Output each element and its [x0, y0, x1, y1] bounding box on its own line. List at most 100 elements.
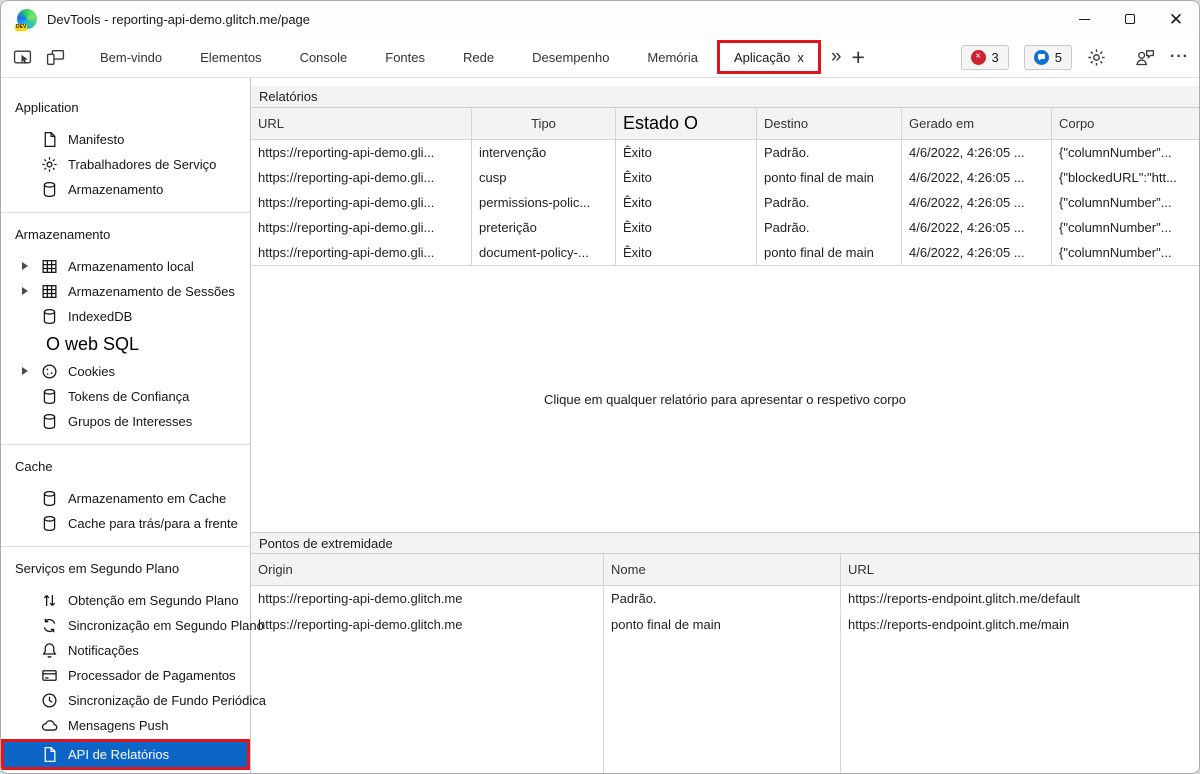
sidebar-item-service-workers[interactable]: Trabalhadores de Serviço: [1, 152, 250, 177]
column-header-endpoint-url[interactable]: URL: [841, 554, 1199, 586]
section-background-services: Serviços em Segundo Plano Obtenção em Se…: [1, 546, 250, 774]
sidebar-item-periodic-background-sync[interactable]: Sincronização de Fundo Periódica: [1, 688, 250, 713]
report-cell-url[interactable]: https://reporting-api-demo.gli...: [251, 140, 472, 165]
sidebar-item-manifesto[interactable]: Manifesto: [1, 127, 250, 152]
report-cell-estado[interactable]: Êxito: [616, 240, 757, 265]
report-cell-destino[interactable]: Padrão.: [757, 215, 902, 240]
expand-arrow-icon[interactable]: [22, 287, 28, 295]
report-cell-destino[interactable]: ponto final de main: [757, 240, 902, 265]
sidebar-item-web-sql[interactable]: O web SQL: [1, 329, 250, 359]
sidebar-item-label: Obtenção em Segundo Plano: [68, 593, 239, 608]
report-cell-tipo[interactable]: preterição: [472, 215, 616, 240]
report-cell-destino[interactable]: ponto final de main: [757, 165, 902, 190]
report-cell-corpo[interactable]: {"columnNumber"...: [1052, 215, 1199, 240]
feedback-icon[interactable]: [1135, 48, 1155, 67]
column-header-corpo[interactable]: Corpo: [1052, 108, 1199, 140]
section-cache-title: Cache: [15, 459, 250, 474]
column-header-tipo[interactable]: Tipo: [472, 108, 616, 140]
report-cell-tipo[interactable]: document-policy-...: [472, 240, 616, 265]
column-header-url[interactable]: URL: [251, 108, 472, 140]
report-cell-corpo[interactable]: {"columnNumber"...: [1052, 140, 1199, 165]
sidebar-item-label: Cookies: [68, 364, 115, 379]
endpoints-table: Origin Nome URL https://reporting-api-de…: [251, 554, 1199, 773]
report-cell-url[interactable]: https://reporting-api-demo.gli...: [251, 190, 472, 215]
tab-elementos[interactable]: Elementos: [181, 37, 280, 77]
issues-count-badge[interactable]: 5: [1024, 45, 1072, 70]
inspect-element-icon[interactable]: [13, 48, 32, 67]
add-tab-icon[interactable]: +: [851, 46, 864, 69]
report-cell-tipo[interactable]: intervenção: [472, 140, 616, 165]
report-cell-destino[interactable]: Padrão.: [757, 190, 902, 215]
report-cell-gerado[interactable]: 4/6/2022, 4:26:05 ...: [902, 190, 1052, 215]
close-icon: ✕: [1169, 11, 1183, 28]
database-icon: [41, 388, 58, 405]
report-cell-corpo[interactable]: {"columnNumber"...: [1052, 240, 1199, 265]
sidebar-item-trust-tokens[interactable]: Tokens de Confiança: [1, 384, 250, 409]
sidebar-item-notifications[interactable]: Notificações: [1, 638, 250, 663]
tab-fontes[interactable]: Fontes: [366, 37, 444, 77]
tab-rede[interactable]: Rede: [444, 37, 513, 77]
column-header-gerado-em[interactable]: Gerado em: [902, 108, 1052, 140]
report-cell-url[interactable]: https://reporting-api-demo.gli...: [251, 215, 472, 240]
report-cell-gerado[interactable]: 4/6/2022, 4:26:05 ...: [902, 240, 1052, 265]
report-cell-tipo[interactable]: permissions-polic...: [472, 190, 616, 215]
title-bar: DEV DevTools - reporting-api-demo.glitch…: [1, 1, 1199, 37]
tab-aplicacao[interactable]: Aplicação x: [717, 40, 821, 74]
report-cell-estado[interactable]: Êxito: [616, 165, 757, 190]
sidebar-item-background-sync[interactable]: Sincronização em Segundo Plano: [1, 613, 250, 638]
reports-section: Relatórios URL Tipo Estado O Destino Ger…: [251, 86, 1199, 532]
tab-console[interactable]: Console: [281, 37, 367, 77]
report-cell-gerado[interactable]: 4/6/2022, 4:26:05 ...: [902, 215, 1052, 240]
sidebar-item-label: API de Relatórios: [68, 747, 169, 762]
sidebar-item-back-forward-cache[interactable]: Cache para trás/para a frente: [1, 511, 250, 536]
sidebar-item-background-fetch[interactable]: Obtenção em Segundo Plano: [1, 588, 250, 613]
sidebar-item-label: Processador de Pagamentos: [68, 668, 236, 683]
sidebar-item-storage[interactable]: Armazenamento: [1, 177, 250, 202]
sidebar-item-label: Sincronização em Segundo Plano: [68, 618, 264, 633]
column-header-destino[interactable]: Destino: [757, 108, 902, 140]
sidebar-item-local-storage[interactable]: Armazenamento local: [1, 254, 250, 279]
tab-close-icon[interactable]: x: [797, 50, 804, 65]
more-tabs-icon[interactable]: »: [831, 46, 842, 68]
error-count-badge[interactable]: × 3: [961, 45, 1009, 70]
sidebar-item-cookies[interactable]: Cookies: [1, 359, 250, 384]
more-menu-icon[interactable]: ···: [1170, 48, 1189, 66]
report-cell-gerado[interactable]: 4/6/2022, 4:26:05 ...: [902, 165, 1052, 190]
column-header-nome[interactable]: Nome: [604, 554, 841, 586]
report-cell-destino[interactable]: Padrão.: [757, 140, 902, 165]
sidebar-item-push-messaging[interactable]: Mensagens Push: [1, 713, 250, 738]
sidebar-item-interest-groups[interactable]: Grupos de Interesses: [1, 409, 250, 434]
tab-bem-vindo[interactable]: Bem-vindo: [81, 37, 181, 77]
device-toolbar-icon[interactable]: [46, 48, 65, 67]
devtools-window: DEV DevTools - reporting-api-demo.glitch…: [0, 0, 1200, 774]
bell-icon: [41, 642, 58, 659]
expand-arrow-icon[interactable]: [22, 367, 28, 375]
report-cell-url[interactable]: https://reporting-api-demo.gli...: [251, 165, 472, 190]
sidebar-item-label: Grupos de Interesses: [68, 414, 192, 429]
report-cell-estado[interactable]: Êxito: [616, 140, 757, 165]
minimize-button[interactable]: [1061, 1, 1107, 37]
report-cell-url[interactable]: https://reporting-api-demo.gli...: [251, 240, 472, 265]
report-cell-corpo[interactable]: {"columnNumber"...: [1052, 190, 1199, 215]
report-body-placeholder-message: Clique em qualquer relatório para aprese…: [251, 266, 1199, 532]
report-cell-tipo[interactable]: cusp: [472, 165, 616, 190]
tab-desempenho[interactable]: Desempenho: [513, 37, 628, 77]
report-cell-estado[interactable]: Êxito: [616, 215, 757, 240]
sidebar-item-payment-handler[interactable]: Processador de Pagamentos: [1, 663, 250, 688]
close-button[interactable]: ✕: [1153, 1, 1199, 37]
database-icon: [41, 515, 58, 532]
sidebar-item-session-storage[interactable]: Armazenamento de Sessões: [1, 279, 250, 304]
column-header-estado[interactable]: Estado O: [616, 108, 757, 140]
tab-memoria[interactable]: Memória: [628, 37, 717, 77]
message-icon: [1034, 50, 1049, 65]
report-cell-estado[interactable]: Êxito: [616, 190, 757, 215]
sidebar-item-reporting-api[interactable]: API de Relatórios: [4, 742, 247, 767]
column-header-origin[interactable]: Origin: [251, 554, 604, 586]
settings-gear-icon[interactable]: [1087, 48, 1106, 67]
sidebar-item-indexeddb[interactable]: IndexedDB: [1, 304, 250, 329]
maximize-button[interactable]: [1107, 1, 1153, 37]
expand-arrow-icon[interactable]: [22, 262, 28, 270]
sidebar-item-cache-storage[interactable]: Armazenamento em Cache: [1, 486, 250, 511]
report-cell-gerado[interactable]: 4/6/2022, 4:26:05 ...: [902, 140, 1052, 165]
report-cell-corpo[interactable]: {"blockedURL":"htt...: [1052, 165, 1199, 190]
